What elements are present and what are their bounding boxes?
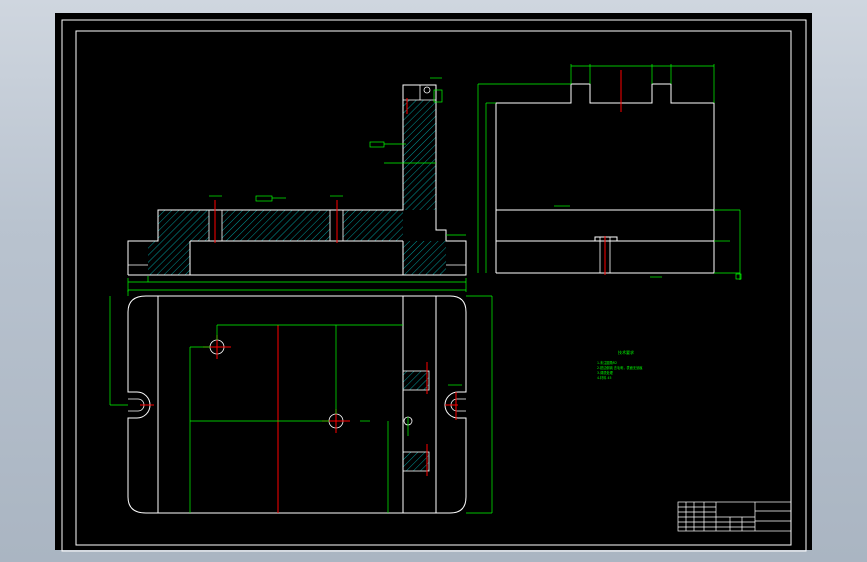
- tech-note-4: 4.材料 45: [597, 375, 612, 380]
- tb-grid-left: [678, 502, 755, 531]
- technical-notes: 技术要求 1.未注圆角R2 2.锐边倒钝 去毛刺，表面无划痕 3.调质处理 4.…: [597, 349, 643, 380]
- side-view[interactable]: [477, 64, 742, 280]
- hatch-top-plate: [158, 210, 403, 241]
- feature-box-2: [369, 141, 385, 148]
- tech-notes-title: 技术要求: [618, 349, 634, 355]
- cad-drawing: 技术要求 1.未注圆角R2 2.锐边倒钝 去毛刺，表面无划痕 3.调质处理 4.…: [61, 19, 807, 552]
- plan-outline: [127, 295, 467, 514]
- plan-view[interactable]: [109, 290, 493, 514]
- side-notch: [594, 236, 618, 241]
- plan-hatch-2: [402, 451, 430, 472]
- front-section-view[interactable]: [127, 77, 467, 292]
- title-block[interactable]: [677, 501, 792, 532]
- hatch-base-right: [403, 241, 446, 275]
- tech-note-2: 2.锐边倒钝 去毛刺，表面无划痕: [597, 365, 643, 370]
- tech-note-3: 3.调质处理: [597, 370, 614, 375]
- tech-note-1: 1.未注圆角R2: [597, 360, 617, 365]
- hatch-column: [403, 100, 436, 210]
- hatch-base-left: [148, 241, 190, 275]
- feature-box: [255, 195, 273, 202]
- plan-hatch-1: [402, 370, 430, 391]
